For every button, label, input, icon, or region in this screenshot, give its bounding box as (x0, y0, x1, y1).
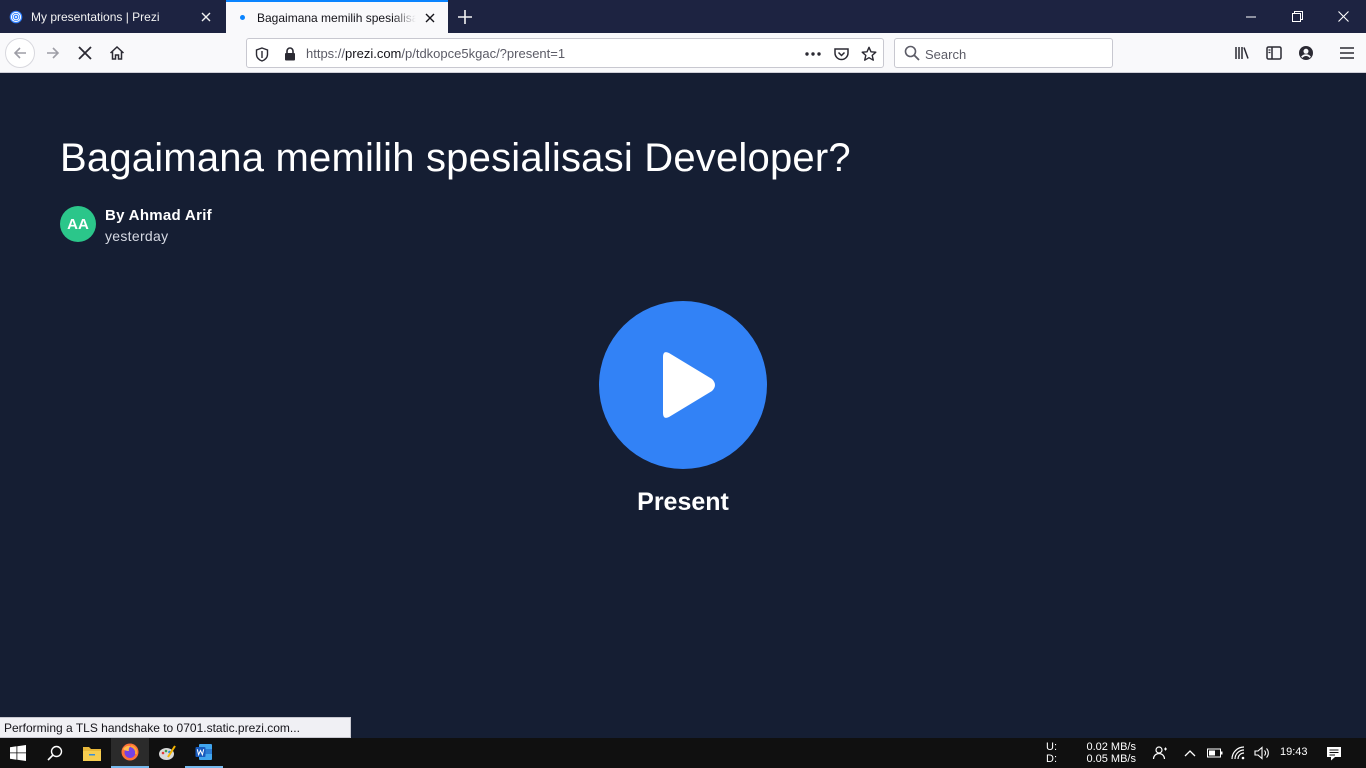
screen: My presentations | Prezi Bagaimana memil… (0, 0, 1366, 768)
navigation-toolbar: https://prezi.com/p/tdkopce5kgac/?presen… (0, 33, 1366, 73)
home-button[interactable] (102, 38, 132, 68)
updated-date: yesterday (105, 228, 169, 244)
forward-button[interactable] (38, 38, 68, 68)
close-window-button[interactable] (1320, 0, 1366, 33)
account-button[interactable] (1291, 38, 1321, 68)
bookmark-star-icon[interactable] (860, 45, 878, 63)
sidebar-icon (1266, 46, 1282, 60)
word-taskbar-button[interactable] (185, 738, 223, 768)
close-icon (1337, 11, 1349, 22)
new-tab-button[interactable] (454, 6, 476, 28)
speaker-icon (1254, 746, 1269, 760)
search-placeholder: Search (925, 47, 967, 62)
hamburger-icon (1340, 47, 1354, 59)
play-button[interactable] (599, 301, 767, 469)
forward-arrow-icon (47, 47, 60, 59)
menu-button[interactable] (1332, 38, 1362, 68)
folder-icon (83, 746, 101, 761)
wifi-icon (1231, 746, 1245, 760)
tab-my-presentations[interactable]: My presentations | Prezi (0, 0, 224, 33)
minimize-button[interactable] (1228, 0, 1274, 33)
present-label[interactable]: Present (583, 488, 783, 517)
presentation-title: Bagaimana memilih spesialisasi Developer… (60, 136, 851, 180)
minimize-icon (1246, 16, 1256, 17)
search-taskbar-button[interactable] (36, 738, 74, 768)
stop-icon (78, 46, 92, 60)
wifi-button[interactable] (1227, 738, 1251, 768)
tab-title: My presentations | Prezi (31, 9, 160, 24)
account-icon (1299, 46, 1313, 60)
restore-icon (1291, 11, 1303, 22)
home-icon (109, 45, 125, 60)
tracking-protection-shield-icon[interactable] (253, 45, 271, 63)
firefox-icon (121, 743, 139, 761)
people-icon (1152, 746, 1167, 760)
restore-button[interactable] (1274, 0, 1320, 33)
url-text: https://prezi.com/p/tdkopce5kgac/?presen… (306, 46, 566, 61)
back-arrow-icon (13, 47, 26, 59)
presentation-page: Bagaimana memilih spesialisasi Developer… (0, 74, 1366, 738)
play-icon (663, 352, 715, 418)
word-icon (195, 744, 212, 760)
battery-icon (1207, 748, 1223, 758)
back-button[interactable] (5, 38, 35, 68)
search-icon (903, 44, 921, 62)
battery-button[interactable] (1203, 738, 1227, 768)
firefox-taskbar-button[interactable] (111, 738, 149, 768)
show-hidden-icons-button[interactable] (1178, 738, 1202, 768)
network-speed-labels: U: D: (1046, 741, 1057, 765)
chevron-up-icon (1184, 750, 1196, 757)
tab-current-presentation[interactable]: Bagaimana memilih spesialisasi Developer… (226, 0, 448, 33)
sidebar-button[interactable] (1259, 38, 1289, 68)
prezi-favicon-icon (9, 10, 23, 24)
tab-title: Bagaimana memilih spesialisasi Developer… (257, 10, 416, 25)
file-explorer-button[interactable] (73, 738, 111, 768)
notification-icon (1327, 746, 1341, 760)
tab-strip: My presentations | Prezi Bagaimana memil… (0, 0, 1366, 33)
start-button[interactable] (0, 738, 36, 768)
lock-icon[interactable] (281, 45, 299, 63)
pocket-icon[interactable] (832, 45, 850, 63)
clock[interactable]: 19:43 (1280, 746, 1308, 758)
windows-logo-icon (10, 745, 26, 761)
address-bar[interactable]: https://prezi.com/p/tdkopce5kgac/?presen… (246, 38, 884, 68)
network-speed-values: 0.02 MB/s 0.05 MB/s (1086, 741, 1136, 765)
people-button[interactable] (1146, 738, 1174, 768)
loading-dot-icon (235, 11, 249, 25)
close-tab-icon[interactable] (422, 10, 438, 26)
author-avatar[interactable]: AA (60, 206, 96, 242)
page-actions-more-icon[interactable] (804, 45, 822, 63)
library-button[interactable] (1227, 38, 1257, 68)
stop-loading-button[interactable] (70, 38, 100, 68)
action-center-button[interactable] (1320, 738, 1348, 768)
paint-taskbar-button[interactable] (148, 738, 186, 768)
paint-palette-icon (159, 745, 176, 760)
search-box[interactable]: Search (894, 38, 1113, 68)
plus-icon (458, 10, 472, 24)
author-name[interactable]: By Ahmad Arif (105, 207, 212, 224)
library-icon (1235, 47, 1249, 59)
status-bar: Performing a TLS handshake to 0701.stati… (0, 717, 351, 738)
close-tab-icon[interactable] (198, 9, 214, 25)
windows-taskbar: U: D: 0.02 MB/s 0.05 MB/s 19:43 (0, 738, 1366, 768)
search-icon (47, 745, 63, 761)
volume-button[interactable] (1250, 738, 1274, 768)
